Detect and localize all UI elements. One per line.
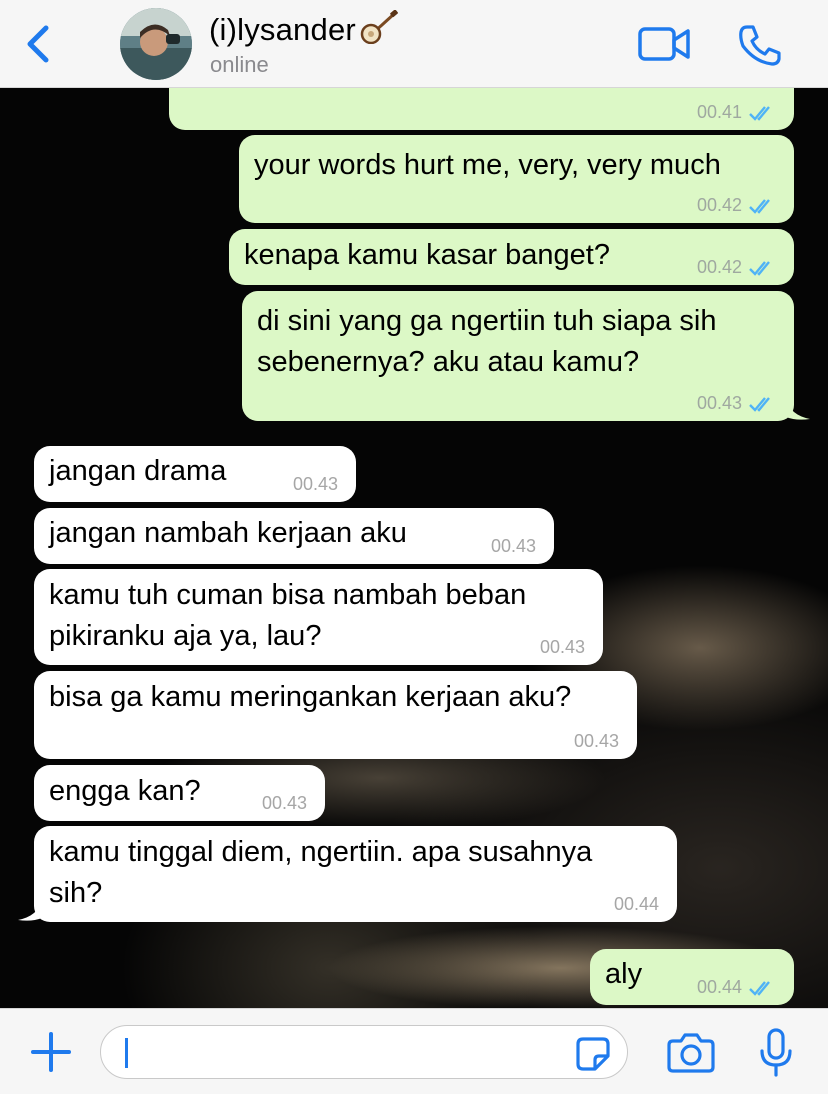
message-time: 00.44 — [696, 977, 742, 997]
message-input[interactable] — [100, 1025, 628, 1079]
sticker-icon — [576, 1037, 610, 1071]
bubble-tail — [786, 399, 810, 420]
sticker-button[interactable] — [575, 1036, 611, 1072]
text-caret — [125, 1038, 128, 1068]
message-text: kamu tuh cuman bisa nambah beban pikiran… — [49, 579, 527, 652]
double-check-icon — [749, 106, 770, 121]
message-bubble-outgoing[interactable]: aly 00.44 — [590, 949, 794, 1005]
message-text: jangan nambah kerjaan aku — [49, 517, 407, 549]
double-check-icon — [749, 261, 770, 276]
chevron-left-icon — [27, 25, 49, 63]
bubble-tail — [18, 900, 42, 921]
message-text: di sini yang ga ngertiin tuh siapa sih s… — [257, 305, 717, 378]
message-time: 00.44 — [613, 894, 659, 914]
message-bubble-incoming[interactable]: jangan nambah kerjaan aku 00.43 — [34, 508, 554, 564]
message-time: 00.41 — [696, 102, 742, 122]
microphone-button[interactable] — [758, 1027, 794, 1079]
message-time: 00.42 — [696, 257, 742, 277]
message-bubble-incoming[interactable]: kamu tuh cuman bisa nambah beban pikiran… — [34, 569, 603, 665]
camera-button[interactable] — [667, 1031, 715, 1073]
back-button[interactable] — [22, 22, 58, 66]
message-meta: 00.43 — [293, 474, 338, 494]
message-bubble-incoming[interactable]: bisa ga kamu meringankan kerjaan aku? 00… — [34, 671, 637, 759]
message-time: 00.43 — [539, 637, 585, 657]
microphone-icon — [760, 1028, 792, 1077]
message-time: 00.43 — [490, 536, 536, 556]
voice-call-button[interactable] — [738, 24, 782, 66]
message-bubble-incoming[interactable]: engga kan? 00.43 — [34, 765, 325, 821]
chat-thread[interactable]: 00.41 your words hurt me, very, very muc… — [0, 88, 828, 1008]
message-time: 00.43 — [696, 393, 742, 413]
message-bubble-outgoing[interactable]: kenapa kamu kasar banget? 00.42 — [229, 229, 794, 285]
message-text: your words hurt me, very, very much — [254, 149, 721, 181]
message-meta: 00.43 — [491, 536, 536, 556]
double-check-icon — [749, 397, 770, 412]
video-call-button[interactable] — [638, 26, 692, 62]
phone-icon — [739, 25, 781, 66]
contact-status: online — [210, 52, 269, 77]
message-meta: 00.43 — [574, 731, 619, 751]
message-meta: 00.44 — [614, 894, 659, 914]
attach-button[interactable] — [28, 1029, 74, 1075]
message-text: engga kan? — [49, 775, 201, 807]
composer-bar — [0, 1008, 828, 1094]
message-meta: 00.43 — [540, 637, 585, 657]
message-meta: 00.44 — [697, 977, 776, 997]
video-camera-icon — [638, 27, 690, 61]
avatar[interactable] — [120, 8, 192, 80]
message-text: kamu tinggal diem, ngertiin. apa susahny… — [49, 836, 593, 909]
double-check-icon — [749, 981, 770, 996]
plus-icon — [31, 1032, 71, 1072]
message-meta: 00.41 — [697, 102, 776, 122]
message-text: bisa ga kamu meringankan kerjaan aku? — [49, 681, 572, 713]
message-time: 00.43 — [292, 474, 338, 494]
message-meta: 00.43 — [697, 393, 776, 413]
message-bubble-incoming[interactable]: jangan drama 00.43 — [34, 446, 356, 502]
message-meta: 00.42 — [697, 195, 776, 215]
message-meta: 00.42 — [697, 257, 776, 277]
message-time: 00.43 — [573, 731, 619, 751]
contact-name-text: (i)lysander — [209, 12, 356, 47]
message-bubble-outgoing[interactable]: your words hurt me, very, very much 00.4… — [239, 135, 794, 223]
message-bubble-outgoing[interactable]: di sini yang ga ngertiin tuh siapa sih s… — [242, 291, 810, 421]
contact-name[interactable]: (i)lysander — [209, 9, 400, 52]
camera-icon — [667, 1033, 715, 1073]
chat-header: (i)lysander online — [0, 0, 828, 88]
message-text: jangan drama — [49, 455, 227, 487]
message-text: aly — [605, 958, 643, 990]
double-check-icon — [749, 199, 770, 214]
banjo-emoji-icon — [360, 9, 400, 52]
message-time: 00.43 — [261, 793, 307, 813]
message-text: kenapa kamu kasar banget? — [244, 239, 610, 271]
message-bubble-incoming[interactable]: kamu tinggal diem, ngertiin. apa susahny… — [18, 826, 677, 922]
message-meta: 00.43 — [262, 793, 307, 813]
message-bubble-outgoing[interactable]: 00.41 — [169, 88, 794, 130]
message-time: 00.42 — [696, 195, 742, 215]
